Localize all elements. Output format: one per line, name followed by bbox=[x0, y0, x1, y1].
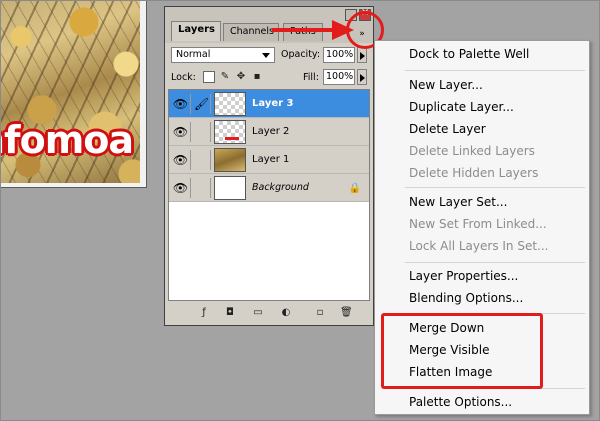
layers-palette: Layers Channels Paths × » Normal Opacity… bbox=[164, 6, 374, 326]
brush-icon: 🖌 bbox=[193, 94, 211, 114]
layer-name: Layer 3 bbox=[252, 98, 294, 109]
menu-item-delete-layer[interactable]: Delete Layer bbox=[409, 122, 486, 136]
padlock-icon: 🔒 bbox=[348, 183, 361, 194]
fill-field[interactable]: 100% bbox=[323, 69, 355, 85]
trash-icon[interactable]: 🗑 bbox=[340, 307, 353, 319]
menu-separator bbox=[405, 187, 585, 188]
blend-mode-value: Normal bbox=[176, 49, 211, 60]
menu-item-duplicate-layer[interactable]: Duplicate Layer... bbox=[409, 100, 514, 114]
thumbnail-red-text bbox=[225, 137, 239, 140]
layer-thumbnail bbox=[214, 176, 246, 200]
blend-mode-select[interactable]: Normal bbox=[171, 47, 275, 63]
annotation-highlight-box bbox=[381, 313, 543, 389]
menu-item-palette-options[interactable]: Palette Options... bbox=[409, 395, 512, 409]
fill-label: Fill: bbox=[303, 72, 319, 83]
logo-text: nfomoa bbox=[0, 118, 134, 162]
lock-brush-icon[interactable]: ✎ bbox=[219, 71, 231, 83]
tab-layers[interactable]: Layers bbox=[171, 21, 221, 41]
layer-mask-icon[interactable]: ◘ bbox=[224, 307, 236, 319]
menu-item-lock-all-layers-in-set: Lock All Layers In Set... bbox=[409, 239, 549, 253]
document-canvas: nfomoa bbox=[0, 0, 147, 188]
opacity-field[interactable]: 100% bbox=[323, 47, 355, 63]
layer-name: Layer 2 bbox=[252, 126, 290, 137]
menu-item-delete-linked-layers: Delete Linked Layers bbox=[409, 144, 535, 158]
palette-bottom-bar: ƒ ◘ ▭ ◐ ▫ 🗑 bbox=[168, 305, 370, 323]
menu-item-blending-options[interactable]: Blending Options... bbox=[409, 291, 523, 305]
link-slot[interactable] bbox=[193, 150, 211, 170]
dropdown-caret-icon bbox=[262, 53, 270, 58]
layer-list: 👁 🖌 Layer 3 👁 Layer 2 👁 Layer 1 👁 Backgr… bbox=[168, 89, 370, 301]
layer-thumbnail bbox=[214, 120, 246, 144]
link-slot[interactable] bbox=[193, 122, 211, 142]
layer-row-background[interactable]: 👁 Background 🔒 bbox=[169, 174, 369, 202]
menu-item-layer-properties[interactable]: Layer Properties... bbox=[409, 269, 518, 283]
layer-thumbnail bbox=[214, 92, 246, 116]
menu-item-new-layer[interactable]: New Layer... bbox=[409, 78, 483, 92]
layer-row-layer-1[interactable]: 👁 Layer 1 bbox=[169, 146, 369, 174]
layer-row-layer-3[interactable]: 👁 🖌 Layer 3 bbox=[169, 90, 369, 118]
eye-icon[interactable]: 👁 bbox=[171, 150, 191, 170]
eye-icon[interactable]: 👁 bbox=[171, 178, 191, 198]
link-icon[interactable]: ƒ bbox=[198, 307, 210, 319]
lock-all-icon[interactable]: ▪ bbox=[251, 71, 263, 83]
menu-separator bbox=[405, 262, 585, 263]
fill-slider-button[interactable] bbox=[357, 69, 367, 85]
opacity-slider-button[interactable] bbox=[357, 47, 367, 63]
link-slot[interactable] bbox=[193, 178, 211, 198]
layer-name: Background bbox=[252, 182, 309, 193]
menu-item-new-layer-set[interactable]: New Layer Set... bbox=[409, 195, 507, 209]
opacity-label: Opacity: bbox=[281, 49, 321, 60]
lock-label: Lock: bbox=[171, 72, 196, 83]
blend-opacity-row: Normal Opacity: 100% bbox=[169, 47, 369, 65]
menu-item-dock-to-palette-well[interactable]: Dock to Palette Well bbox=[409, 47, 529, 61]
menu-item-new-set-from-linked: New Set From Linked... bbox=[409, 217, 547, 231]
menu-separator bbox=[405, 70, 585, 71]
lock-transparency-icon[interactable] bbox=[203, 71, 215, 83]
lock-move-icon[interactable]: ✥ bbox=[235, 71, 247, 83]
lock-fill-row: Lock: ✎ ✥ ▪ Fill: 100% bbox=[169, 69, 369, 87]
menu-item-delete-hidden-layers: Delete Hidden Layers bbox=[409, 166, 539, 180]
layer-thumbnail bbox=[214, 148, 246, 172]
eye-icon[interactable]: 👁 bbox=[171, 94, 191, 114]
adjustment-layer-icon[interactable]: ◐ bbox=[280, 307, 292, 319]
new-set-icon[interactable]: ▭ bbox=[252, 307, 264, 319]
layer-row-layer-2[interactable]: 👁 Layer 2 bbox=[169, 118, 369, 146]
new-layer-icon[interactable]: ▫ bbox=[314, 307, 326, 319]
layer-name: Layer 1 bbox=[252, 154, 290, 165]
eye-icon[interactable]: 👁 bbox=[171, 122, 191, 142]
